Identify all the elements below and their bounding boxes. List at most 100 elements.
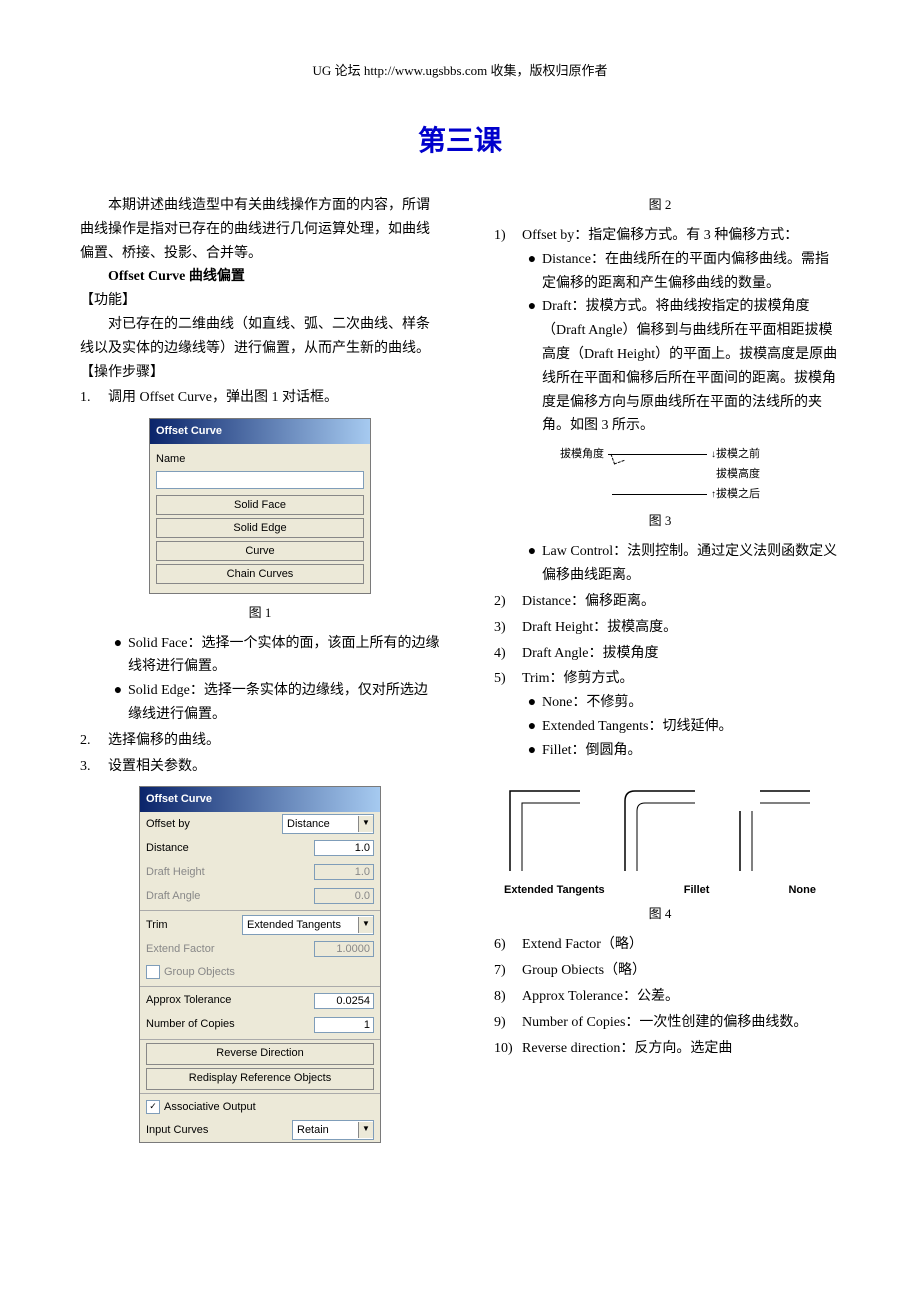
bullet-draft: ● Draft：拔模方式。将曲线按指定的拔模角度（Draft Angle）偏移到…: [522, 295, 840, 438]
fig3-before-label: 拔模之前: [716, 445, 760, 464]
function-label: 【功能】: [80, 289, 440, 313]
step-2-text: 选择偏移的曲线。: [108, 729, 220, 753]
lesson-title: 第三课: [80, 119, 840, 159]
item-10-text: Reverse direction：反方向。选定曲: [522, 1037, 732, 1061]
item-8-text: Approx Tolerance：公差。: [522, 985, 679, 1009]
bullet-icon: ●: [108, 632, 128, 656]
offset-by-select[interactable]: Distance ▼: [282, 814, 374, 834]
extend-factor-label: Extend Factor: [146, 940, 314, 959]
approx-tol-input[interactable]: [314, 993, 374, 1009]
fig4-fillet-shape: [615, 771, 705, 871]
bullet-icon: ●: [522, 691, 542, 715]
figure-1-caption: 图 1: [80, 602, 440, 624]
fig3-after-label: 拔模之后: [716, 485, 760, 504]
item-5-num: 5): [494, 667, 522, 691]
solid-face-button[interactable]: Solid Face: [156, 495, 364, 515]
dialog1-name-input[interactable]: [156, 471, 364, 489]
chain-curves-button[interactable]: Chain Curves: [156, 564, 364, 584]
item-4-num: 4): [494, 642, 522, 666]
offset-by-value: Distance: [283, 815, 358, 834]
group-objects-label: Group Objects: [164, 963, 374, 982]
step-2: 2. 选择偏移的曲线。: [80, 729, 440, 753]
dialog1-titlebar: Offset Curve: [150, 419, 370, 444]
item-4: 4) Draft Angle：拔模角度: [494, 642, 840, 666]
step-1-text: 调用 Offset Curve，弹出图 1 对话框。: [108, 386, 338, 410]
chevron-down-icon: ▼: [358, 917, 373, 933]
bullet-icon: ●: [108, 679, 128, 703]
draft-height-input: [314, 864, 374, 880]
bullet-none: ● None：不修剪。: [522, 691, 840, 715]
distance-input[interactable]: [314, 840, 374, 856]
draft-angle-label: Draft Angle: [146, 887, 314, 906]
step-3-num: 3.: [80, 755, 108, 779]
item-5: 5) Trim：修剪方式。: [494, 667, 840, 691]
figure-4: Extended Tangents Fillet None: [500, 771, 820, 900]
item-6-text: Extend Factor（略）: [522, 933, 643, 957]
bullet-se-text: Solid Edge：选择一条实体的边缘线，仅对所选边缘线进行偏置。: [128, 679, 440, 727]
bullet-fillet: ● Fillet：倒圆角。: [522, 739, 840, 763]
bullet-ext-tan: ● Extended Tangents：切线延伸。: [522, 715, 840, 739]
bullet-solid-edge: ● Solid Edge：选择一条实体的边缘线，仅对所选边缘线进行偏置。: [108, 679, 440, 727]
assoc-output-checkbox[interactable]: ✓: [146, 1100, 160, 1114]
bullet-icon: ●: [522, 540, 542, 564]
bullet-distance: ● Distance：在曲线所在的平面内偏移曲线。需指定偏移的距离和产生偏移曲线…: [522, 248, 840, 296]
bullet-draft-text: Draft：拔模方式。将曲线按指定的拔模角度（Draft Angle）偏移到与曲…: [542, 295, 840, 438]
item-2-num: 2): [494, 590, 522, 614]
section-title: Offset Curve 曲线偏置: [80, 265, 440, 289]
item-1: 1) Offset by：指定偏移方式。有 3 种偏移方式：: [494, 224, 840, 248]
dialog2-titlebar: Offset Curve: [140, 787, 380, 812]
bullet-law: ● Law Control：法则控制。通过定义法则函数定义偏移曲线距离。: [522, 540, 840, 588]
item-8-num: 8): [494, 985, 522, 1009]
approx-tol-label: Approx Tolerance: [146, 991, 314, 1010]
assoc-output-label: Associative Output: [164, 1098, 256, 1117]
item-8: 8) Approx Tolerance：公差。: [494, 985, 840, 1009]
page-header: UG 论坛 http://www.ugsbbs.com 收集，版权归原作者: [80, 60, 840, 79]
bullet-none-text: None：不修剪。: [542, 691, 642, 715]
item-2: 2) Distance：偏移距离。: [494, 590, 840, 614]
curve-button[interactable]: Curve: [156, 541, 364, 561]
bullet-ext-text: Extended Tangents：切线延伸。: [542, 715, 732, 739]
fig4-label-none: None: [788, 881, 816, 900]
dialog1-name-label: Name: [156, 450, 364, 469]
bullet-icon: ●: [522, 295, 542, 319]
solid-edge-button[interactable]: Solid Edge: [156, 518, 364, 538]
step-1: 1. 调用 Offset Curve，弹出图 1 对话框。: [80, 386, 440, 410]
fig4-ext-shape: [500, 771, 590, 871]
bullet-law-text: Law Control：法则控制。通过定义法则函数定义偏移曲线距离。: [542, 540, 840, 588]
reverse-direction-button[interactable]: Reverse Direction: [146, 1043, 374, 1065]
fig3-angle-label: 拔模角度: [560, 445, 604, 464]
figure-3-caption: 图 3: [480, 510, 840, 532]
step-2-num: 2.: [80, 729, 108, 753]
step-1-num: 1.: [80, 386, 108, 410]
bullet-distance-text: Distance：在曲线所在的平面内偏移曲线。需指定偏移的距离和产生偏移曲线的数…: [542, 248, 840, 296]
trim-select[interactable]: Extended Tangents ▼: [242, 915, 374, 935]
item-3-num: 3): [494, 616, 522, 640]
item-7: 7) Group Obiects（略）: [494, 959, 840, 983]
function-body: 对已存在的二维曲线（如直线、弧、二次曲线、样条线以及实体的边缘线等）进行偏置，从…: [80, 313, 440, 361]
input-curves-select[interactable]: Retain ▼: [292, 1120, 374, 1140]
num-copies-input[interactable]: [314, 1017, 374, 1033]
chevron-down-icon: ▼: [358, 1122, 373, 1138]
item-6-num: 6): [494, 933, 522, 957]
bullet-sf-text: Solid Face：选择一个实体的面，该面上所有的边缘线将进行偏置。: [128, 632, 440, 680]
bullet-solid-face: ● Solid Face：选择一个实体的面，该面上所有的边缘线将进行偏置。: [108, 632, 440, 680]
draft-angle-input: [314, 888, 374, 904]
bullet-icon: ●: [522, 248, 542, 272]
item-3: 3) Draft Height：拔模高度。: [494, 616, 840, 640]
item-3-text: Draft Height：拔模高度。: [522, 616, 677, 640]
item-1-text: Offset by：指定偏移方式。有 3 种偏移方式：: [522, 224, 798, 248]
fig4-label-fillet: Fillet: [684, 881, 710, 900]
bullet-fillet-text: Fillet：倒圆角。: [542, 739, 642, 763]
item-7-text: Group Obiects（略）: [522, 959, 646, 983]
extend-factor-input: [314, 941, 374, 957]
offset-curve-dialog-1: Offset Curve Name Solid Face Solid Edge …: [149, 418, 371, 593]
group-objects-checkbox[interactable]: [146, 965, 160, 979]
fig4-label-ext: Extended Tangents: [504, 881, 605, 900]
bullet-icon: ●: [522, 715, 542, 739]
item-5-text: Trim：修剪方式。: [522, 667, 634, 691]
redisplay-button[interactable]: Redisplay Reference Objects: [146, 1068, 374, 1090]
bullet-icon: ●: [522, 739, 542, 763]
trim-value: Extended Tangents: [243, 916, 358, 935]
figure-4-caption: 图 4: [480, 903, 840, 925]
item-10-num: 10): [494, 1037, 522, 1061]
